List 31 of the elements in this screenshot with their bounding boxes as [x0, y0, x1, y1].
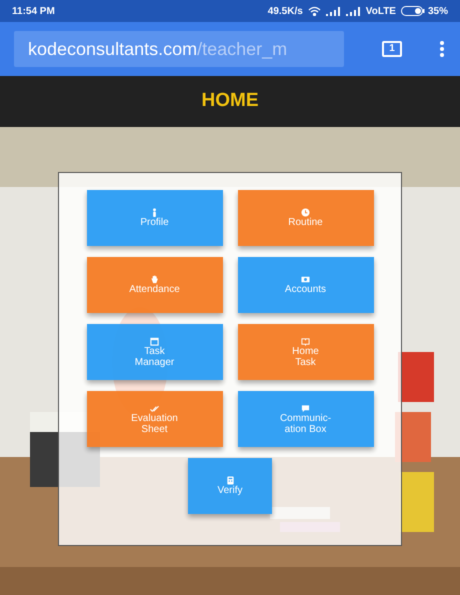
money-icon — [301, 275, 310, 284]
menu-tile[interactable]: Task Manager — [86, 324, 222, 380]
menu-tile[interactable]: Communic- ation Box — [238, 391, 374, 447]
menu-tile[interactable]: Evaluation Sheet — [86, 391, 222, 447]
battery-percent: 35% — [428, 4, 448, 18]
network-speed: 49.5K/s — [268, 4, 303, 18]
menu-tile[interactable]: Verify — [188, 458, 272, 514]
menu-tile[interactable]: Accounts — [238, 257, 374, 313]
more-options-icon[interactable] — [440, 41, 444, 57]
page-title: HOME — [202, 89, 258, 114]
person-icon — [150, 208, 159, 217]
wifi-icon — [308, 6, 321, 16]
tab-count-button[interactable]: 1 — [382, 41, 402, 57]
chat-icon — [301, 404, 310, 412]
url-text: kodeconsultants.com/teacher_m — [28, 38, 288, 60]
clock-time: 11:54 PM — [12, 4, 55, 18]
network-type: VoLTE — [366, 4, 396, 18]
signal-icon — [346, 6, 362, 16]
calendar-icon — [150, 336, 159, 346]
battery-icon — [400, 6, 425, 16]
book-icon — [301, 336, 310, 346]
clock-icon — [301, 208, 310, 217]
menu-tile[interactable]: Profile — [86, 190, 222, 246]
signal-icon — [326, 6, 342, 16]
menu-tile[interactable]: Home Task — [238, 324, 374, 380]
menu-tile[interactable]: Attendance — [86, 257, 222, 313]
calculator-icon — [226, 476, 234, 485]
address-bar[interactable]: kodeconsultants.com/teacher_m — [14, 31, 344, 67]
menu-tile[interactable]: Routine — [238, 190, 374, 246]
check-icon — [150, 404, 159, 412]
hand-icon — [150, 275, 159, 284]
